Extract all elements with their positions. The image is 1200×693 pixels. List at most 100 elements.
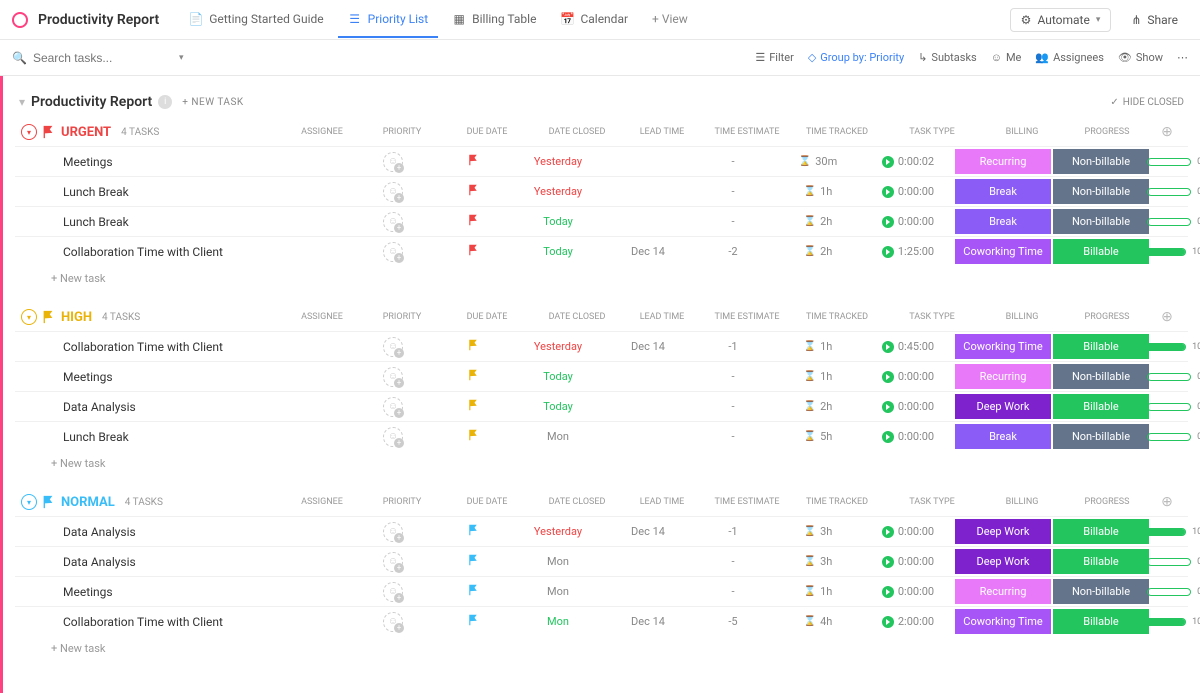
time-estimate-cell[interactable]: ⌛2h	[773, 400, 863, 413]
assignee-placeholder[interactable]: ☺	[383, 612, 403, 632]
play-icon[interactable]	[882, 216, 894, 228]
play-icon[interactable]	[882, 246, 894, 258]
new-task-row[interactable]: + New task	[15, 636, 1188, 657]
me-button[interactable]: ☺Me	[991, 51, 1022, 64]
progress-cell[interactable]: 100%	[1133, 617, 1200, 627]
due-date-cell[interactable]: Mon	[513, 585, 603, 598]
time-estimate-cell[interactable]: ⌛3h	[773, 525, 863, 538]
task-row[interactable]: Collaboration Time with Client ☺ Mon Dec…	[15, 606, 1188, 636]
task-row[interactable]: Collaboration Time with Client ☺ Yesterd…	[15, 331, 1188, 361]
play-icon[interactable]	[882, 586, 894, 598]
priority-cell[interactable]	[433, 429, 513, 444]
play-icon[interactable]	[882, 341, 894, 353]
assignee-placeholder[interactable]: ☺	[383, 152, 403, 172]
time-tracked-cell[interactable]: 1:25:00	[863, 245, 953, 258]
tab-billing-table[interactable]: ▦Billing Table	[442, 2, 546, 38]
task-name[interactable]: Data Analysis	[63, 400, 353, 414]
time-estimate-cell[interactable]: ⌛2h	[773, 215, 863, 228]
collapse-group-icon[interactable]: ▾	[21, 309, 37, 325]
assignees-button[interactable]: 👥Assignees	[1035, 51, 1104, 64]
task-type-badge[interactable]: Break	[955, 209, 1051, 234]
time-tracked-cell[interactable]: 0:00:00	[863, 215, 953, 228]
assignee-placeholder[interactable]: ☺	[383, 242, 403, 262]
priority-cell[interactable]	[433, 244, 513, 259]
assignee-placeholder[interactable]: ☺	[383, 367, 403, 387]
due-date-cell[interactable]: Yesterday	[513, 525, 603, 538]
task-row[interactable]: Lunch Break ☺ Yesterday - ⌛1h 0:00:00 Br…	[15, 176, 1188, 206]
time-estimate-cell[interactable]: ⌛1h	[773, 185, 863, 198]
play-icon[interactable]	[882, 156, 894, 168]
time-tracked-cell[interactable]: 2:00:00	[863, 615, 953, 628]
priority-cell[interactable]	[433, 154, 513, 169]
task-row[interactable]: Lunch Break ☺ Mon - ⌛5h 0:00:00 Break No…	[15, 421, 1188, 451]
hide-closed-button[interactable]: ✓HIDE CLOSED	[1110, 97, 1184, 108]
task-name[interactable]: Data Analysis	[63, 525, 353, 539]
assignee-placeholder[interactable]: ☺	[383, 182, 403, 202]
time-tracked-cell[interactable]: 0:00:02	[863, 155, 953, 168]
play-icon[interactable]	[882, 371, 894, 383]
task-type-badge[interactable]: Break	[955, 424, 1051, 449]
task-name[interactable]: Collaboration Time with Client	[63, 245, 353, 259]
assignee-placeholder[interactable]: ☺	[383, 552, 403, 572]
task-name[interactable]: Lunch Break	[63, 430, 353, 444]
assignee-placeholder[interactable]: ☺	[383, 582, 403, 602]
new-task-button[interactable]: + NEW TASK	[182, 97, 243, 108]
task-name[interactable]: Meetings	[63, 370, 353, 384]
priority-cell[interactable]	[433, 584, 513, 599]
play-icon[interactable]	[882, 616, 894, 628]
time-tracked-cell[interactable]: 0:00:00	[863, 430, 953, 443]
task-row[interactable]: Lunch Break ☺ Today - ⌛2h 0:00:00 Break …	[15, 206, 1188, 236]
progress-cell[interactable]: 0%	[1133, 432, 1200, 442]
time-tracked-cell[interactable]: 0:45:00	[863, 340, 953, 353]
tab-calendar[interactable]: 📅Calendar	[550, 2, 638, 38]
due-date-cell[interactable]: Yesterday	[513, 155, 603, 168]
progress-cell[interactable]: 0%	[1133, 372, 1200, 382]
task-name[interactable]: Collaboration Time with Client	[63, 615, 353, 629]
priority-cell[interactable]	[433, 399, 513, 414]
due-date-cell[interactable]: Mon	[513, 430, 603, 443]
share-button[interactable]: ⋔ Share	[1121, 9, 1188, 31]
show-button[interactable]: 👁Show	[1118, 51, 1163, 64]
add-column-button[interactable]: ⊕	[1152, 494, 1182, 510]
assignee-placeholder[interactable]: ☺	[383, 427, 403, 447]
priority-cell[interactable]	[433, 554, 513, 569]
time-estimate-cell[interactable]: ⌛5h	[773, 430, 863, 443]
play-icon[interactable]	[882, 186, 894, 198]
progress-cell[interactable]: 0%	[1133, 587, 1200, 597]
task-type-badge[interactable]: Deep Work	[955, 519, 1051, 544]
play-icon[interactable]	[882, 431, 894, 443]
assignee-placeholder[interactable]: ☺	[383, 397, 403, 417]
time-tracked-cell[interactable]: 0:00:00	[863, 400, 953, 413]
task-name[interactable]: Data Analysis	[63, 555, 353, 569]
due-date-cell[interactable]: Yesterday	[513, 340, 603, 353]
task-row[interactable]: Data Analysis ☺ Yesterday Dec 14 -1 ⌛3h …	[15, 516, 1188, 546]
due-date-cell[interactable]: Today	[513, 245, 603, 258]
time-tracked-cell[interactable]: 0:00:00	[863, 185, 953, 198]
progress-cell[interactable]: 0%	[1133, 187, 1200, 197]
collapse-group-icon[interactable]: ▾	[21, 494, 37, 510]
priority-cell[interactable]	[433, 369, 513, 384]
assignee-placeholder[interactable]: ☺	[383, 522, 403, 542]
task-type-badge[interactable]: Coworking Time	[955, 239, 1051, 264]
time-estimate-cell[interactable]: ⌛1h	[773, 585, 863, 598]
time-estimate-cell[interactable]: ⌛1h	[773, 370, 863, 383]
task-type-badge[interactable]: Coworking Time	[955, 609, 1051, 634]
task-row[interactable]: Meetings ☺ Today - ⌛1h 0:00:00 Recurring…	[15, 361, 1188, 391]
task-type-badge[interactable]: Coworking Time	[955, 334, 1051, 359]
time-estimate-cell[interactable]: ⌛4h	[773, 615, 863, 628]
time-tracked-cell[interactable]: 0:00:00	[863, 585, 953, 598]
due-date-cell[interactable]: Today	[513, 400, 603, 413]
progress-cell[interactable]: 0%	[1133, 402, 1200, 412]
new-task-row[interactable]: + New task	[15, 451, 1188, 472]
priority-cell[interactable]	[433, 339, 513, 354]
priority-cell[interactable]	[433, 184, 513, 199]
time-estimate-cell[interactable]: ⌛1h	[773, 340, 863, 353]
task-row[interactable]: Meetings ☺ Mon - ⌛1h 0:00:00 Recurring N…	[15, 576, 1188, 606]
task-row[interactable]: Data Analysis ☺ Mon - ⌛3h 0:00:00 Deep W…	[15, 546, 1188, 576]
due-date-cell[interactable]: Yesterday	[513, 185, 603, 198]
tab-getting-started-guide[interactable]: 📄Getting Started Guide	[179, 2, 333, 38]
add-column-button[interactable]: ⊕	[1152, 309, 1182, 325]
due-date-cell[interactable]: Today	[513, 215, 603, 228]
collapse-group-icon[interactable]: ▾	[21, 124, 37, 140]
task-name[interactable]: Meetings	[63, 585, 353, 599]
